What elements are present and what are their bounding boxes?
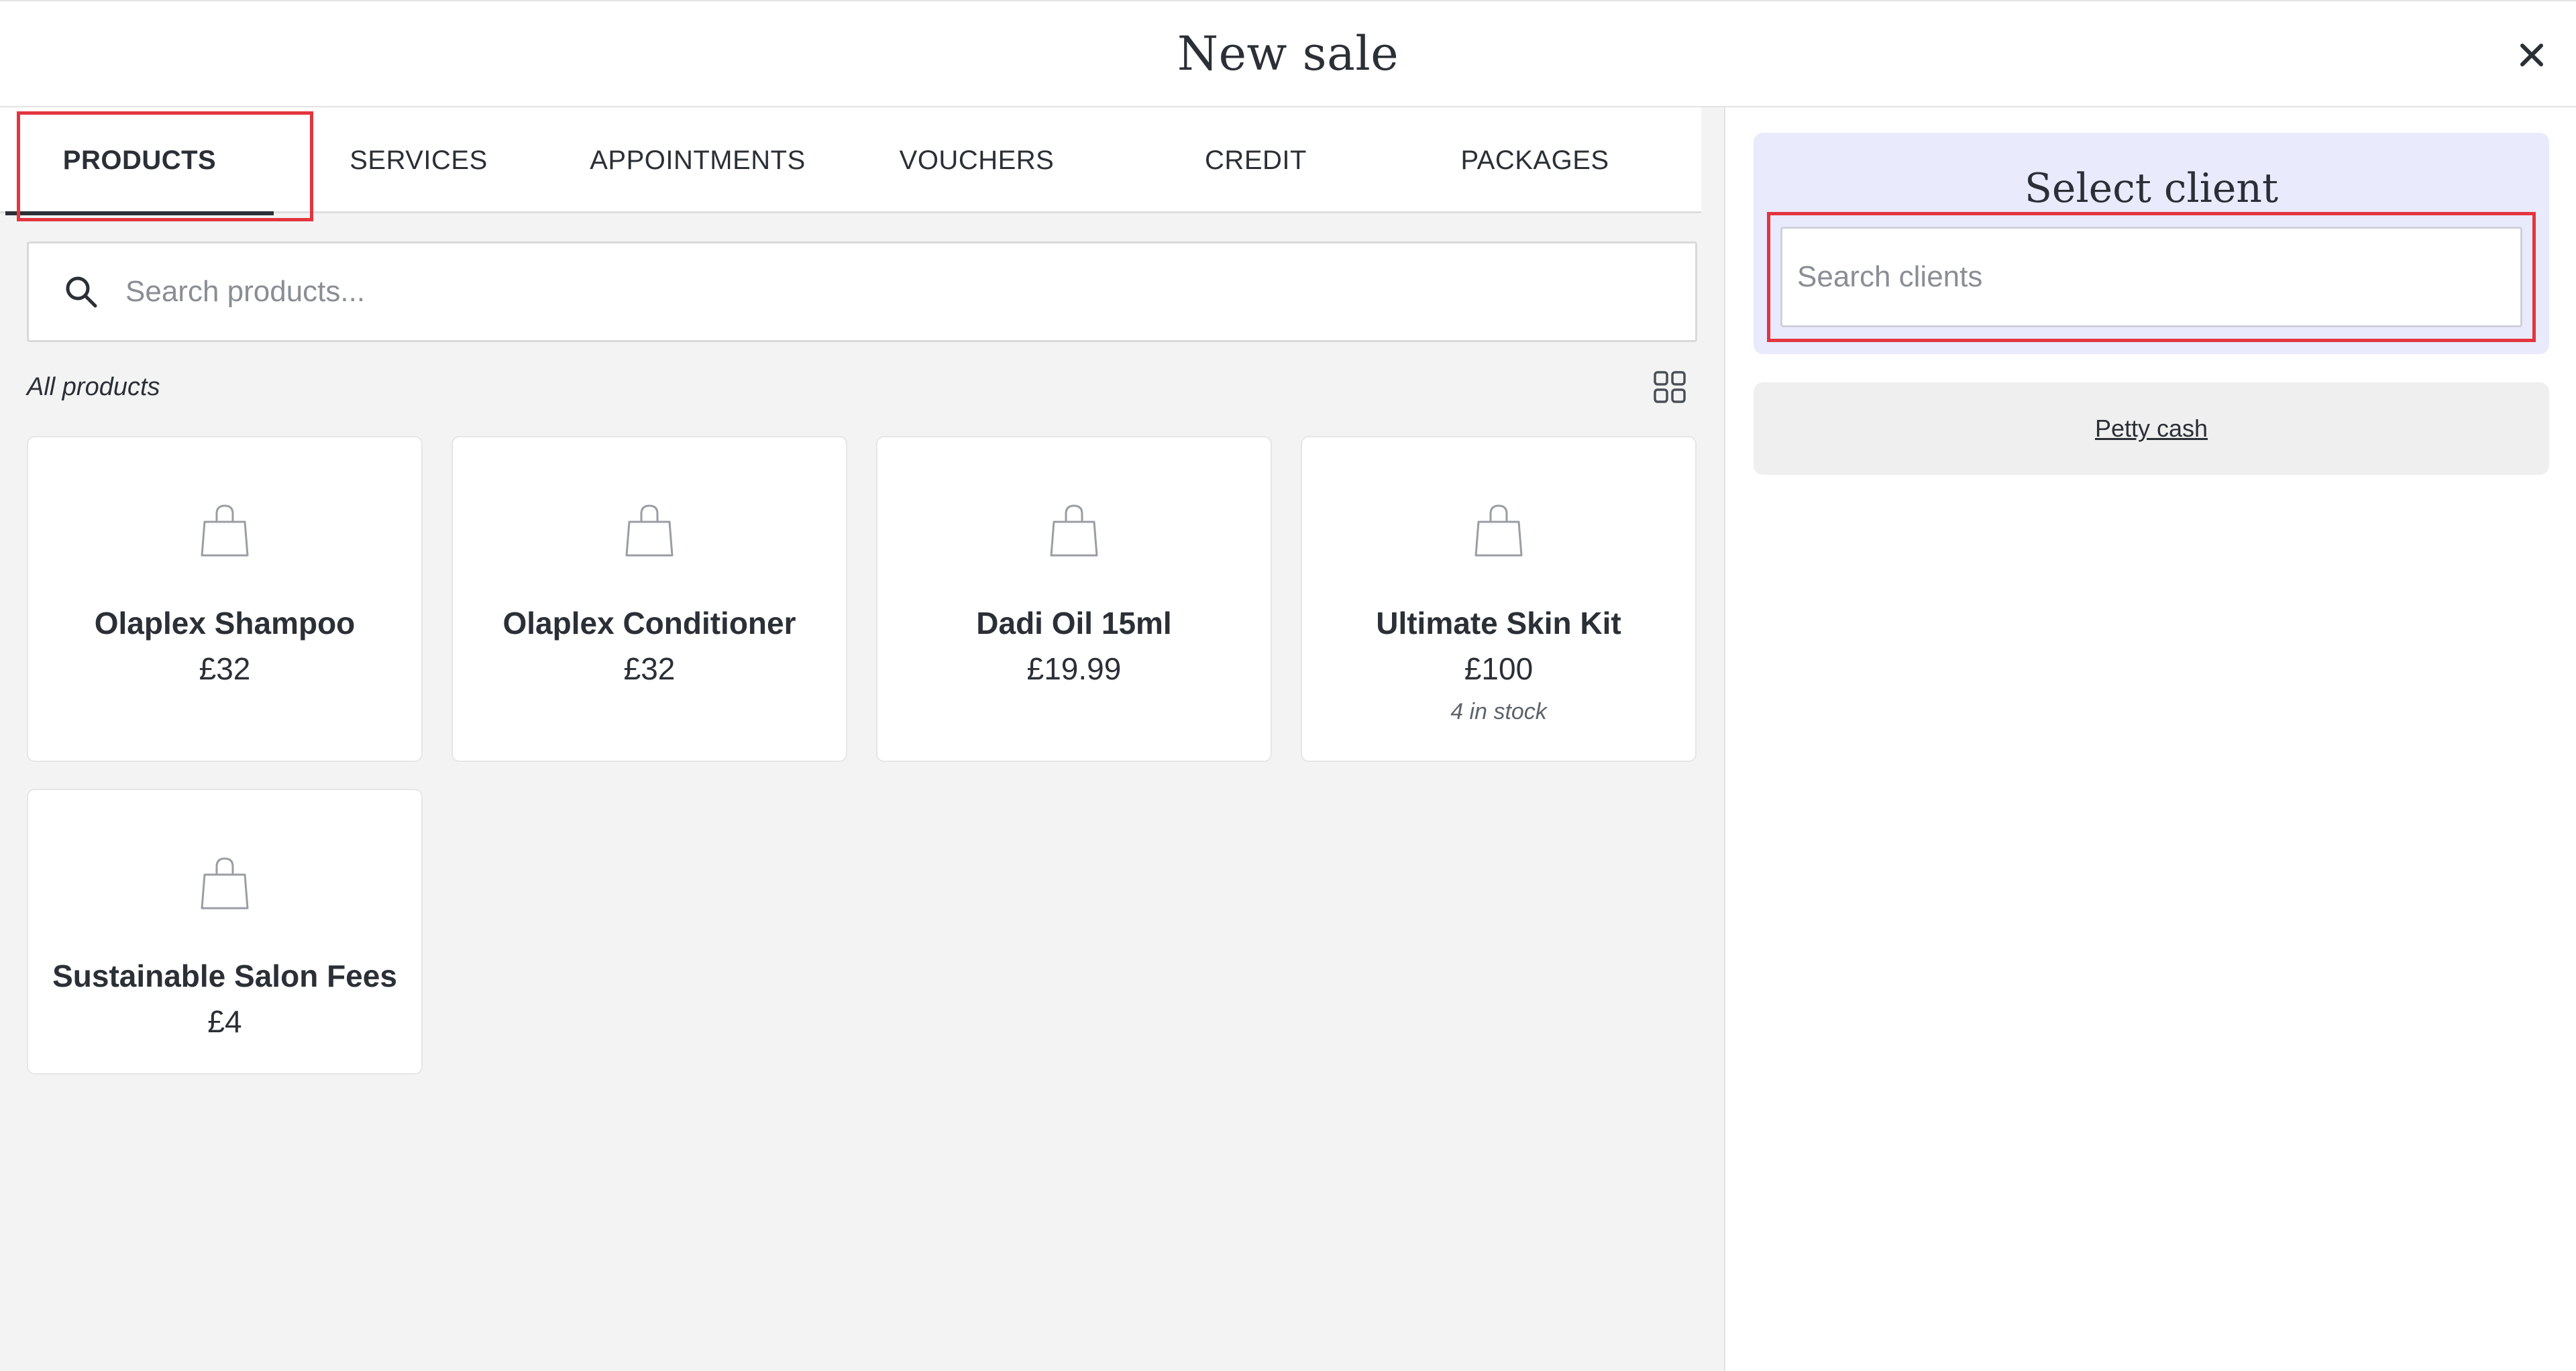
shopping-bag-icon [1050,504,1098,557]
stock-count: 4 in stock [1450,699,1547,724]
new-sale-modal: New sale PRODUCTS SERVICES APPOINTMENTS … [0,0,2576,1371]
modal-header: New sale [0,0,2576,107]
product-name: Sustainable Salon Fees [52,958,397,993]
tab-packages[interactable]: PACKAGES [1395,107,1674,213]
search-products-input[interactable] [125,275,1601,309]
product-price: £19.99 [1026,651,1122,686]
tab-vouchers[interactable]: VOUCHERS [837,107,1116,213]
close-button[interactable] [2510,34,2553,76]
product-card[interactable]: Sustainable Salon Fees £4 [27,789,423,1075]
product-price: £32 [199,651,251,686]
product-price: £100 [1464,651,1534,686]
page-title: New sale [1177,26,1399,81]
product-name: Dadi Oil 15ml [976,606,1172,641]
select-client-box: Select client [1754,133,2549,354]
tab-credit[interactable]: CREDIT [1116,107,1395,213]
shopping-bag-icon [625,504,674,557]
product-card[interactable]: Olaplex Conditioner £32 [451,436,847,762]
grid-view-icon[interactable] [1653,370,1686,404]
product-card[interactable]: Olaplex Shampoo £32 [27,436,423,762]
close-icon [2520,44,2543,66]
section-label: All products [27,373,160,401]
product-price: £32 [623,651,676,686]
tab-products[interactable]: PRODUCTS [0,107,279,215]
product-search [27,241,1697,342]
search-icon [60,270,103,313]
shopping-bag-icon [201,504,249,557]
client-title: Select client [2024,165,2279,212]
tab-appointments[interactable]: APPOINTMENTS [558,107,837,213]
product-name: Olaplex Shampoo [94,606,356,641]
product-card[interactable]: Dadi Oil 15ml £19.99 [876,436,1272,762]
petty-cash-link[interactable]: Petty cash [2095,415,2208,443]
client-panel: Select client Petty cash [1727,107,2576,1371]
tab-services[interactable]: SERVICES [279,107,558,213]
product-card[interactable]: Ultimate Skin Kit £100 4 in stock [1301,436,1697,762]
product-price: £4 [207,1004,242,1039]
shopping-bag-icon [201,857,249,910]
product-name: Olaplex Conditioner [502,606,796,641]
client-search [1780,227,2522,327]
shopping-bag-icon [1474,504,1523,557]
product-name: Ultimate Skin Kit [1376,606,1621,641]
petty-cash-bar: Petty cash [1754,382,2549,475]
sale-type-tabs: PRODUCTS SERVICES APPOINTMENTS VOUCHERS … [0,107,1701,215]
search-clients-input[interactable] [1797,260,2502,294]
products-panel: PRODUCTS SERVICES APPOINTMENTS VOUCHERS … [0,107,1725,1371]
